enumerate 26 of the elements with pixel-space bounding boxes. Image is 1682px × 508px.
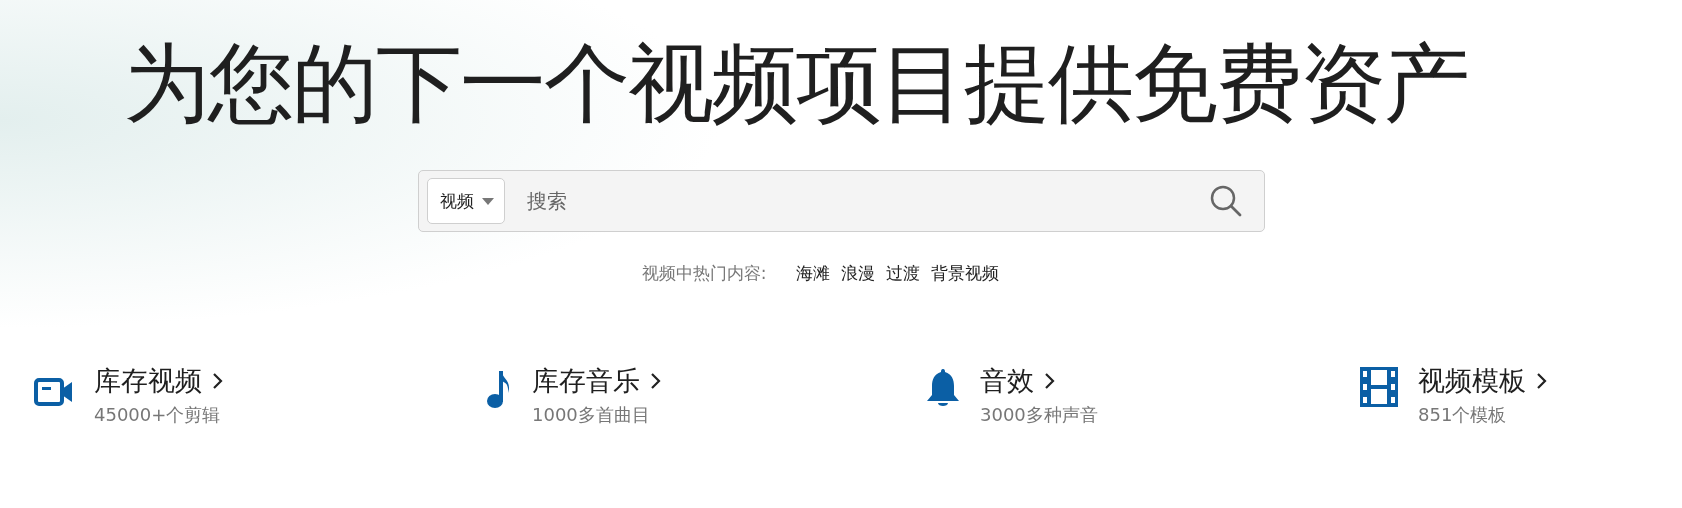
bell-icon <box>926 367 960 409</box>
trending-tag-link[interactable]: 背景视频 <box>931 262 1000 285</box>
chevron-right-icon <box>650 372 661 390</box>
chevron-right-icon <box>212 372 223 390</box>
trending-tag-link[interactable]: 浪漫 <box>841 262 876 285</box>
chevron-right-icon <box>1044 372 1055 390</box>
category-title-link[interactable]: 库存视频 <box>94 363 202 399</box>
search-field[interactable]: 视频 搜索 <box>417 170 1265 232</box>
category-count: 1000多首曲目 <box>532 403 651 427</box>
category-title-link[interactable]: 音效 <box>980 363 1034 399</box>
category-count: 45000+个剪辑 <box>94 403 222 427</box>
video-camera-icon <box>34 377 74 407</box>
category-count: 851个模板 <box>1418 403 1508 427</box>
trending-tag-link[interactable]: 海滩 <box>796 262 831 285</box>
music-note-icon <box>486 369 512 409</box>
category-count: 3000多种声音 <box>980 403 1098 427</box>
chevron-right-icon <box>1536 372 1547 390</box>
page-headline: 为您的下一个视频项目提供免费资产 <box>124 32 1468 135</box>
trending-tag-link[interactable]: 过渡 <box>886 262 921 285</box>
trending-label: 视频中热门内容: <box>641 262 767 285</box>
film-strip-icon <box>1360 367 1398 407</box>
category-title-link[interactable]: 库存音乐 <box>532 363 640 399</box>
search-icon[interactable] <box>1209 185 1242 217</box>
caret-icon <box>481 197 494 205</box>
media-type-dropdown[interactable]: 视频 <box>426 178 505 224</box>
category-title-link[interactable]: 视频模板 <box>1418 363 1526 399</box>
